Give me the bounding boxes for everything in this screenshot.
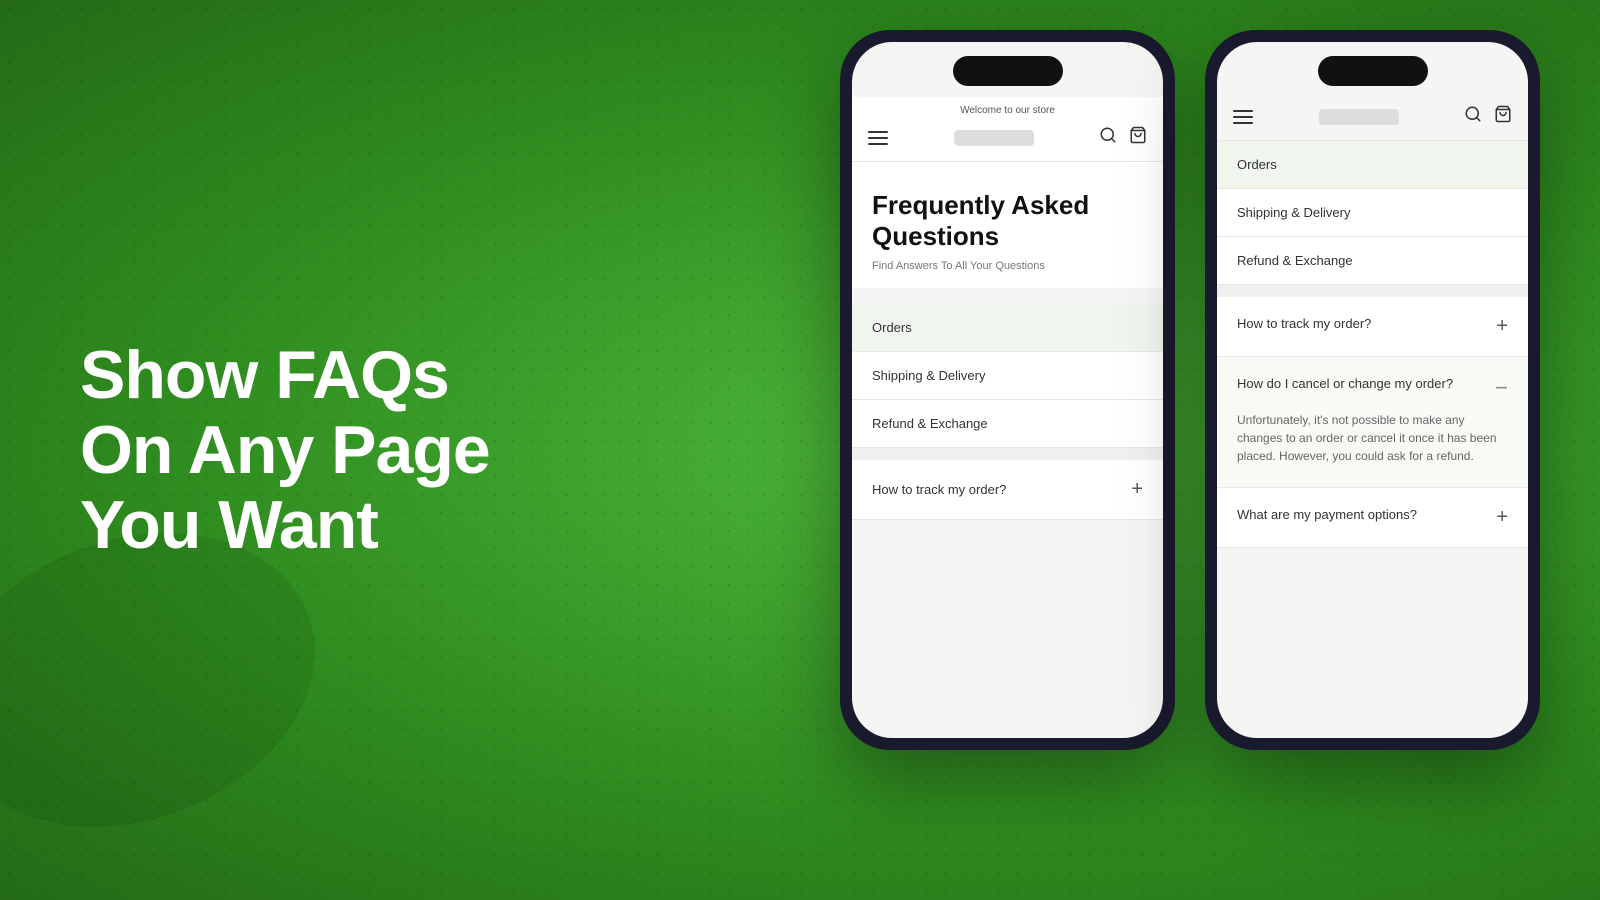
phone-2: Orders Shipping & Delivery Refund & Exch…	[1205, 30, 1540, 750]
category-item-shipping-2[interactable]: Shipping & Delivery	[1217, 189, 1528, 237]
hamburger-icon-2[interactable]	[1233, 110, 1253, 124]
dynamic-island-1	[953, 56, 1063, 86]
p2-faq-toggle-2[interactable]: −	[1495, 375, 1508, 401]
p2-faq-question-2: How do I cancel or change my order?	[1237, 376, 1463, 391]
p2-faq-toggle-1[interactable]: +	[1496, 315, 1508, 338]
phone-2-content: Orders Shipping & Delivery Refund & Exch…	[1217, 42, 1528, 738]
phone-1: Welcome to our store	[840, 30, 1175, 750]
p2-faq-question-3: What are my payment options?	[1237, 507, 1427, 522]
p2-faq-content-3: What are my payment options?	[1237, 506, 1496, 524]
faq-divider-1	[852, 448, 1163, 460]
nav-logo-1	[954, 130, 1034, 146]
nav-icons-1	[1099, 126, 1147, 149]
faq-title-1: Frequently Asked Questions	[872, 190, 1143, 252]
p2-faq-answer-2: Unfortunately, it's not possible to make…	[1237, 411, 1508, 469]
dynamic-island-2	[1318, 56, 1428, 86]
p2-faq-item-2[interactable]: How do I cancel or change my order? − Un…	[1217, 357, 1528, 488]
phone-1-screen: Welcome to our store	[852, 42, 1163, 738]
p2-faq-question-1: How to track my order?	[1237, 316, 1381, 331]
nav-icons-2	[1464, 105, 1512, 128]
p2-faq-content-1: How to track my order?	[1237, 315, 1496, 333]
category-item-orders-1[interactable]: Orders	[852, 304, 1163, 352]
p2-faq-toggle-3[interactable]: +	[1496, 506, 1508, 529]
nav-bar-2	[1233, 105, 1512, 128]
category-list-2: Orders Shipping & Delivery Refund & Exch…	[1217, 141, 1528, 285]
faq-item-1[interactable]: How to track my order? +	[852, 460, 1163, 520]
category-list-1: Orders Shipping & Delivery Refund & Exch…	[852, 304, 1163, 448]
hero-heading: Show FAQs On Any Page You Want	[80, 338, 500, 562]
category-item-refund-1[interactable]: Refund & Exchange	[852, 400, 1163, 448]
p2-faq-content-2: How do I cancel or change my order?	[1237, 375, 1487, 393]
background: Show FAQs On Any Page You Want Welcome t…	[0, 0, 1600, 900]
p2-faq-item-1[interactable]: How to track my order? +	[1217, 297, 1528, 357]
welcome-bar: Welcome to our store	[868, 105, 1147, 116]
phone-1-content: Welcome to our store	[852, 42, 1163, 738]
hero-text-block: Show FAQs On Any Page You Want	[80, 338, 500, 562]
nav-bar-1	[868, 126, 1147, 149]
search-icon-1[interactable]	[1099, 126, 1117, 149]
p2-faq-item-3[interactable]: What are my payment options? +	[1217, 488, 1528, 548]
category-item-shipping-1[interactable]: Shipping & Delivery	[852, 352, 1163, 400]
cart-icon-1[interactable]	[1129, 126, 1147, 149]
phones-container: Welcome to our store	[840, 30, 1540, 750]
hamburger-icon[interactable]	[868, 131, 888, 145]
faq-divider-2	[1217, 285, 1528, 297]
faq-main-1: Frequently Asked Questions Find Answers …	[852, 162, 1163, 288]
category-item-orders-2[interactable]: Orders	[1217, 141, 1528, 189]
phone-2-screen: Orders Shipping & Delivery Refund & Exch…	[1217, 42, 1528, 738]
cart-icon-2[interactable]	[1494, 105, 1512, 128]
phone-1-header: Welcome to our store	[852, 97, 1163, 162]
phone-2-header	[1217, 97, 1528, 141]
faq-toggle-plus-1[interactable]: +	[1131, 478, 1143, 501]
faq-question-1: How to track my order?	[872, 482, 1131, 497]
nav-logo-2	[1319, 109, 1399, 125]
search-icon-2[interactable]	[1464, 105, 1482, 128]
category-item-refund-2[interactable]: Refund & Exchange	[1217, 237, 1528, 285]
faq-subtitle-1: Find Answers To All Your Questions	[872, 260, 1143, 272]
